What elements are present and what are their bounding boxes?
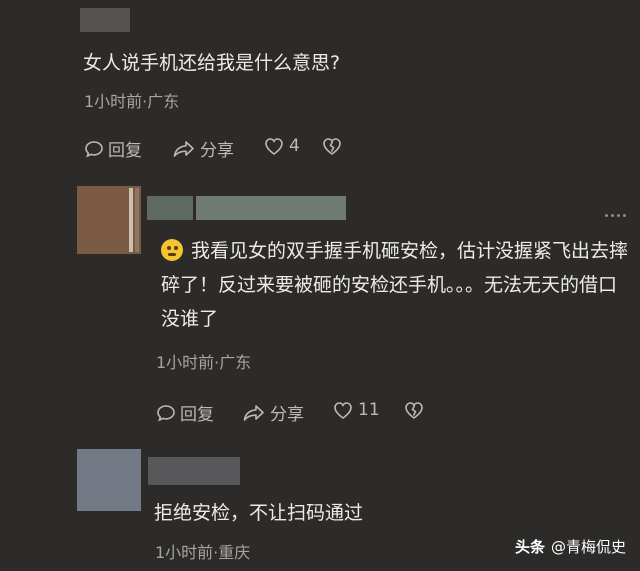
avatar[interactable] <box>77 186 141 254</box>
broken-heart-icon <box>321 136 343 156</box>
share-icon <box>172 139 196 159</box>
comment-meta: 1小时前·广东 <box>84 92 180 111</box>
heart-icon <box>263 136 285 156</box>
watermark-brand: 头条 <box>514 538 545 556</box>
avatar[interactable] <box>77 449 141 511</box>
username-blur <box>147 196 193 220</box>
share-button[interactable]: 分享 <box>172 136 234 161</box>
reply-label: 回复 <box>180 405 214 425</box>
share-button[interactable]: 分享 <box>242 400 304 425</box>
username-blur <box>148 457 240 485</box>
reply-button[interactable]: 回复 <box>84 136 142 161</box>
comment-body: 我看见女的双手握手机砸安检，估计没握紧飞出去摔碎了！反过来要被砸的安检还手机。。… <box>161 240 629 330</box>
avatar-stripe <box>129 188 133 252</box>
share-icon <box>242 403 266 423</box>
like-count: 11 <box>358 400 380 420</box>
watermark: 头条 @青梅侃史 <box>515 536 626 557</box>
comment-meta: 1小时前·广东 <box>156 353 252 372</box>
share-label: 分享 <box>200 141 234 161</box>
reply-label: 回复 <box>108 141 142 161</box>
share-label: 分享 <box>270 405 304 425</box>
broken-heart-icon <box>403 400 425 420</box>
like-button[interactable]: 4 <box>263 136 300 156</box>
comment-meta: 1小时前·重庆 <box>155 543 251 562</box>
reply-icon <box>84 139 104 159</box>
avatar-stripe-2 <box>135 188 139 252</box>
heart-icon <box>332 400 354 420</box>
dislike-button[interactable] <box>403 400 425 420</box>
comment-text: 拒绝安检，不让扫码通过 <box>154 502 364 524</box>
dislike-button[interactable] <box>321 136 343 156</box>
reply-button[interactable]: 回复 <box>156 400 214 425</box>
comment-text: 女人说手机还给我是什么意思? <box>83 52 341 74</box>
reply-icon <box>156 403 176 423</box>
more-options-icon[interactable] <box>605 214 626 217</box>
like-button[interactable]: 11 <box>332 400 380 420</box>
watermark-handle: @青梅侃史 <box>550 538 626 556</box>
username-blur-2 <box>196 196 346 220</box>
username-blur <box>80 8 130 32</box>
comment-text: 我看见女的双手握手机砸安检，估计没握紧飞出去摔碎了！反过来要被砸的安检还手机。。… <box>161 234 631 336</box>
like-count: 4 <box>289 136 300 156</box>
face-emoji-icon <box>161 239 183 261</box>
